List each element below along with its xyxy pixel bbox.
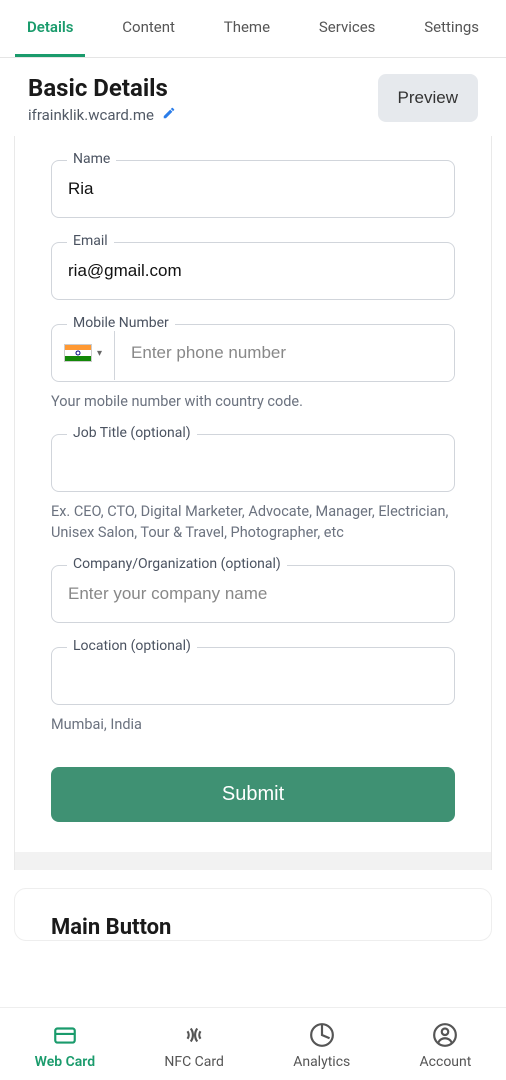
nav-account[interactable]: Account (420, 1022, 472, 1070)
company-label: Company/Organization (optional) (67, 556, 287, 572)
analytics-icon (309, 1022, 335, 1048)
tab-details[interactable]: Details (15, 0, 85, 57)
email-input[interactable] (51, 242, 455, 300)
job-input[interactable] (51, 434, 455, 492)
submit-button[interactable]: Submit (51, 767, 455, 822)
nfc-icon (181, 1022, 207, 1048)
main-button-title: Main Button (15, 889, 491, 940)
job-helper: Ex. CEO, CTO, Digital Marketer, Advocate… (51, 502, 455, 543)
mobile-input[interactable] (115, 325, 454, 381)
nav-nfc-card[interactable]: NFC Card (164, 1022, 224, 1070)
nav-web-card[interactable]: Web Card (35, 1022, 95, 1070)
page-title: Basic Details (28, 74, 176, 102)
bottom-nav: Web Card NFC Card Analytics Account (0, 1007, 506, 1080)
nav-web-card-label: Web Card (35, 1054, 95, 1070)
email-label: Email (67, 233, 114, 249)
location-label: Location (optional) (67, 638, 197, 654)
company-field-group: Company/Organization (optional) (51, 565, 455, 623)
mobile-helper: Your mobile number with country code. (51, 392, 455, 412)
subdomain-text: ifrainklik.wcard.me (28, 106, 154, 124)
name-label: Name (67, 151, 116, 167)
tab-bar: Details Content Theme Services Settings (0, 0, 506, 58)
tab-services[interactable]: Services (307, 0, 388, 57)
email-field-group: Email (51, 242, 455, 300)
mobile-field-group: Mobile Number ▾ (51, 324, 455, 382)
mobile-label: Mobile Number (67, 315, 175, 331)
section-gap (14, 852, 492, 870)
location-input[interactable] (51, 647, 455, 705)
nav-nfc-card-label: NFC Card (164, 1054, 224, 1070)
job-label: Job Title (optional) (67, 425, 197, 441)
nav-analytics-label: Analytics (293, 1054, 350, 1070)
company-input[interactable] (51, 565, 455, 623)
country-code-selector[interactable]: ▾ (52, 326, 115, 380)
content-area: Name Email Mobile Number ▾ Your (0, 136, 506, 941)
preview-button[interactable]: Preview (378, 74, 478, 122)
main-button-card: Main Button (14, 888, 492, 941)
account-icon (432, 1022, 458, 1048)
nav-analytics[interactable]: Analytics (293, 1022, 350, 1070)
job-field-group: Job Title (optional) (51, 434, 455, 492)
tab-content[interactable]: Content (110, 0, 187, 57)
location-helper: Mumbai, India (51, 715, 455, 735)
location-field-group: Location (optional) (51, 647, 455, 705)
india-flag-icon (64, 344, 92, 362)
tab-theme[interactable]: Theme (212, 0, 282, 57)
page-header: Basic Details ifrainklik.wcard.me Previe… (0, 58, 506, 136)
nav-account-label: Account (420, 1054, 472, 1070)
tab-settings[interactable]: Settings (412, 0, 491, 57)
edit-icon[interactable] (162, 106, 176, 124)
chevron-down-icon: ▾ (97, 348, 102, 359)
card-icon (52, 1022, 78, 1048)
basic-details-card: Name Email Mobile Number ▾ Your (14, 136, 492, 852)
name-field-group: Name (51, 160, 455, 218)
name-input[interactable] (51, 160, 455, 218)
